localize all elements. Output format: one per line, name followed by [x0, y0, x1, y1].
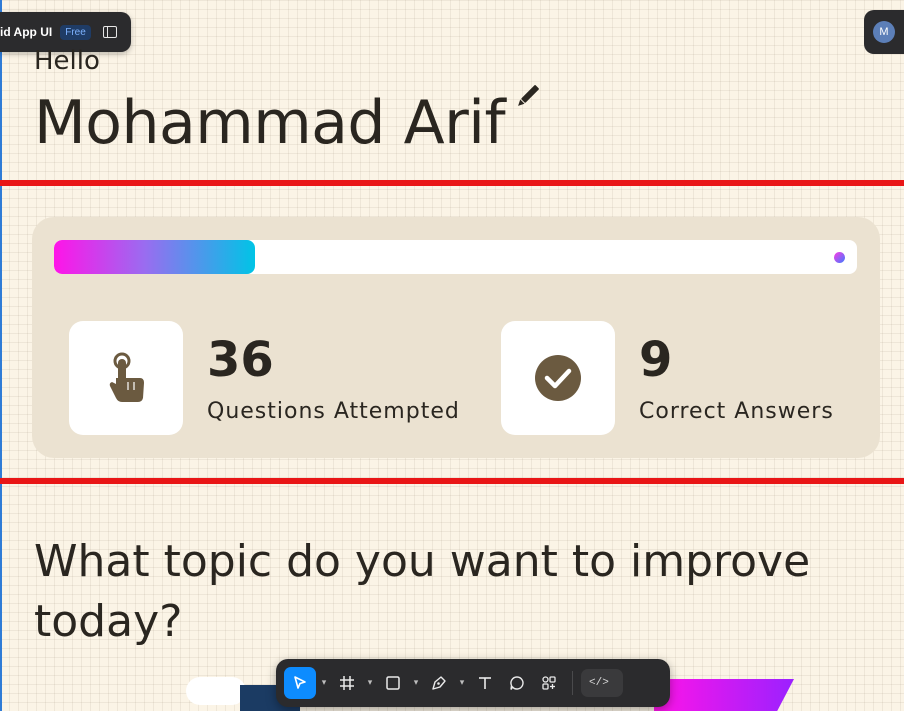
frame-edge-left	[0, 0, 2, 711]
check-circle-icon	[535, 355, 581, 401]
pen-tool-caret-icon[interactable]: ▾	[456, 667, 468, 699]
red-guide-top	[0, 180, 904, 186]
user-menu[interactable]: M	[864, 10, 904, 54]
rectangle-icon	[386, 676, 400, 690]
move-tool-caret-icon[interactable]: ▾	[318, 667, 330, 699]
progress-bar	[54, 240, 857, 274]
components-grid-icon	[542, 676, 556, 690]
avatar[interactable]: M	[873, 21, 895, 43]
stat-icon-box-correct	[501, 321, 615, 435]
user-name-heading: Mohammad Arif	[34, 88, 506, 158]
comment-bubble-icon	[510, 676, 524, 690]
topic-question-heading: What topic do you want to improve today?	[34, 536, 811, 647]
correct-answers-count: 9	[639, 332, 673, 388]
preview-pill	[186, 677, 246, 705]
shape-tool-caret-icon[interactable]: ▾	[410, 667, 422, 699]
code-icon: </>	[589, 677, 609, 689]
questions-attempted-label: Questions Attempted	[207, 399, 460, 424]
red-guide-bottom	[0, 478, 904, 484]
toolbar-divider	[572, 671, 573, 695]
stats-card: 36 Questions Attempted 9 Correct Answers	[32, 217, 880, 458]
frame-hash-icon	[340, 676, 354, 690]
shape-tool-button[interactable]	[378, 667, 408, 699]
text-t-icon	[479, 677, 491, 689]
preview-gradient-card	[654, 679, 794, 711]
stat-icon-box-attempted	[69, 321, 183, 435]
pen-tool-button[interactable]	[424, 667, 454, 699]
comment-tool-button[interactable]	[502, 667, 532, 699]
greeting-text: Hello	[34, 46, 100, 76]
sidebar-toggle-icon[interactable]	[102, 26, 117, 38]
dev-mode-toggle[interactable]: </>	[581, 669, 623, 697]
frame-tool-caret-icon[interactable]: ▾	[364, 667, 376, 699]
text-tool-button[interactable]	[470, 667, 500, 699]
pen-nib-icon	[432, 676, 446, 690]
tap-finger-icon	[109, 352, 144, 402]
move-tool-button[interactable]	[284, 667, 316, 699]
progress-bar-fill	[54, 240, 255, 274]
cursor-arrow-icon	[294, 676, 306, 689]
frame-tool-button[interactable]	[332, 667, 362, 699]
questions-attempted-count: 36	[207, 332, 274, 388]
plan-badge: Free	[60, 24, 91, 40]
correct-answers-label: Correct Answers	[639, 399, 834, 424]
actions-tool-button[interactable]	[534, 667, 564, 699]
file-name[interactable]: id App UI	[0, 25, 52, 39]
design-toolbar: ▾ ▾ ▾ ▾ </>	[276, 659, 670, 707]
progress-end-dot	[834, 252, 845, 263]
pencil-edit-icon[interactable]	[512, 80, 544, 112]
